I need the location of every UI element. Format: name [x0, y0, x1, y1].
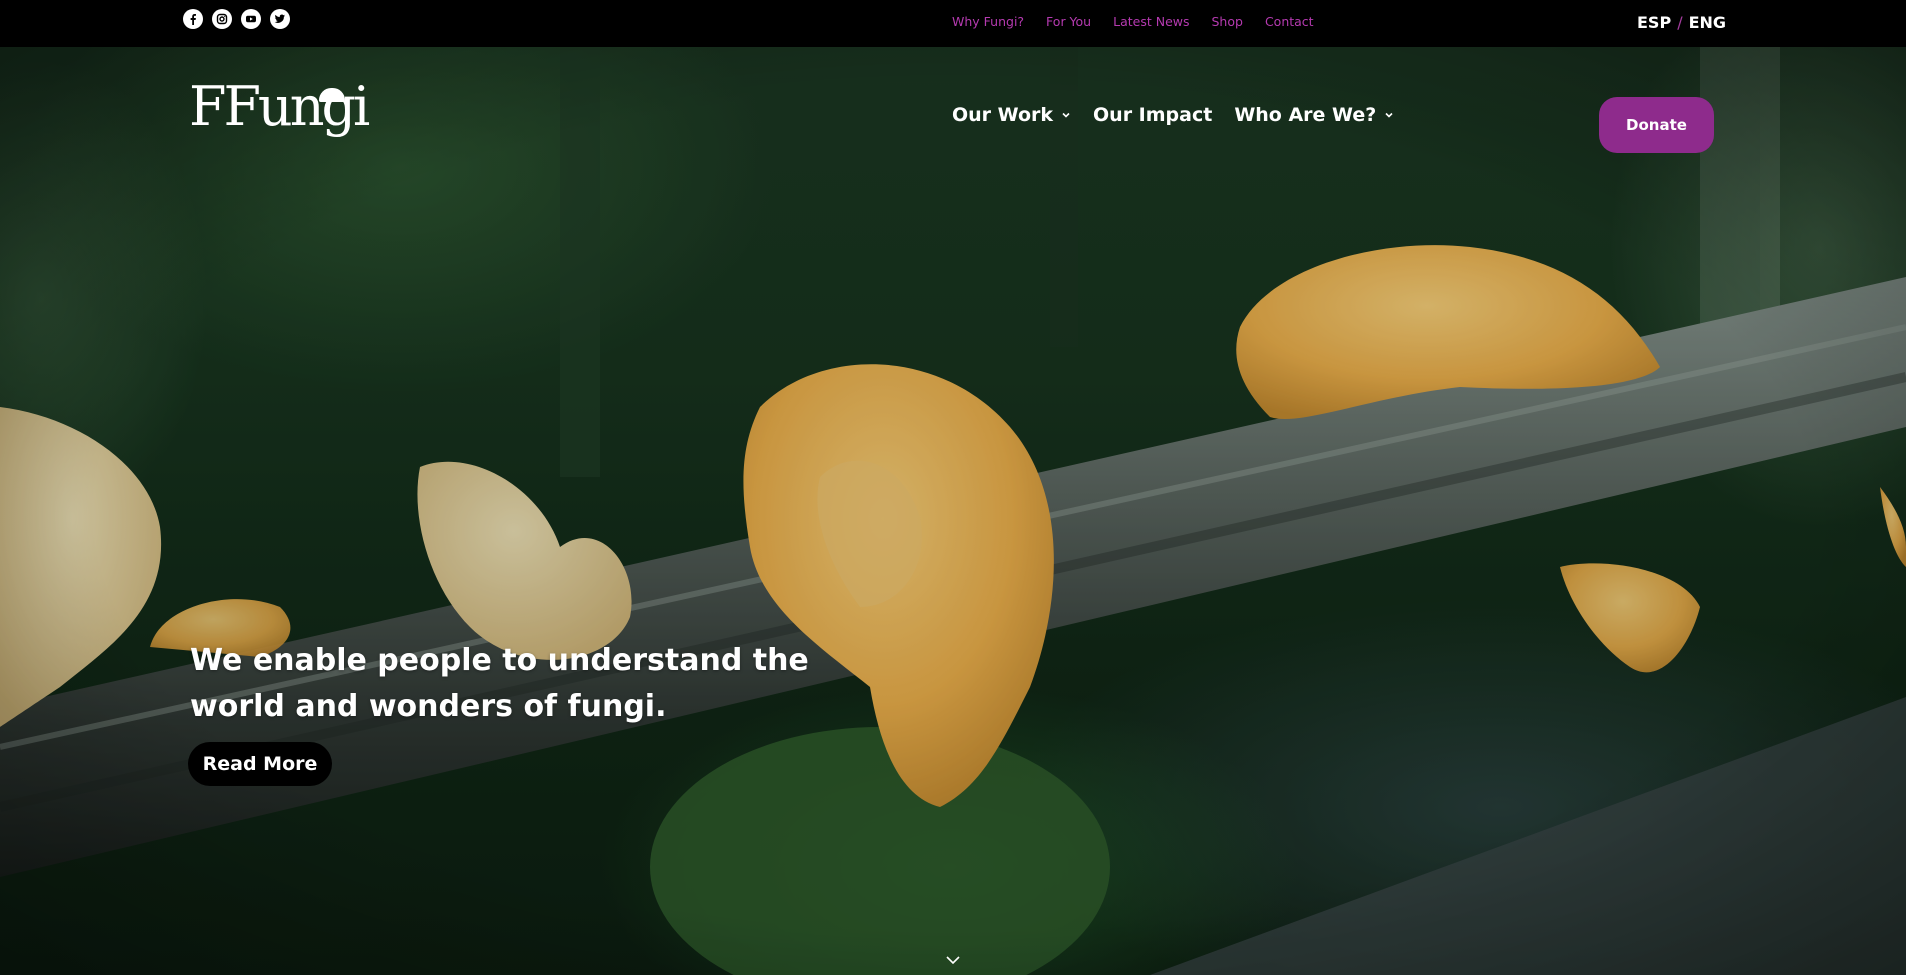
language-switcher: ESP / ENG	[1637, 0, 1726, 44]
facebook-icon[interactable]	[183, 9, 203, 29]
language-separator: /	[1677, 12, 1683, 32]
nav-item-label: Who Are We?	[1234, 104, 1377, 126]
logo-text: FFungi	[189, 75, 370, 138]
hero-background-image	[0, 47, 1906, 975]
read-more-button[interactable]: Read More	[188, 742, 332, 786]
chevron-down-icon	[1062, 112, 1070, 118]
nav-link-why-fungi[interactable]: Why Fungi?	[952, 14, 1024, 29]
nav-item-our-impact[interactable]: Our Impact	[1093, 104, 1212, 126]
language-option-eng[interactable]: ENG	[1689, 13, 1726, 32]
nav-link-latest-news[interactable]: Latest News	[1113, 14, 1189, 29]
hero-headline: We enable people to understand the world…	[190, 643, 809, 724]
nav-item-label: Our Impact	[1093, 104, 1213, 126]
language-option-esp[interactable]: ESP	[1637, 13, 1671, 32]
main-nav: Our Work Our Impact Who Are We?	[952, 104, 1394, 126]
nav-item-our-work[interactable]: Our Work	[952, 104, 1071, 126]
nav-link-contact[interactable]: Contact	[1265, 14, 1314, 29]
secondary-nav: Why Fungi? For You Latest News Shop Cont…	[952, 0, 1314, 43]
twitter-icon[interactable]	[270, 9, 290, 29]
ffungi-logo[interactable]: FFungi	[189, 80, 370, 134]
donate-button[interactable]: Donate	[1599, 97, 1714, 153]
nav-item-label: Our Work	[952, 104, 1054, 126]
chevron-down-icon	[1385, 112, 1393, 118]
nav-link-for-you[interactable]: For You	[1046, 14, 1091, 29]
nav-item-who-are-we[interactable]: Who Are We?	[1234, 104, 1394, 126]
nav-link-shop[interactable]: Shop	[1212, 14, 1243, 29]
social-links	[183, 9, 290, 29]
instagram-icon[interactable]	[212, 9, 232, 29]
top-bar: Why Fungi? For You Latest News Shop Cont…	[0, 0, 1906, 47]
scroll-down-chevron-icon[interactable]	[945, 953, 961, 967]
youtube-icon[interactable]	[241, 9, 261, 29]
hero-section	[0, 47, 1906, 975]
